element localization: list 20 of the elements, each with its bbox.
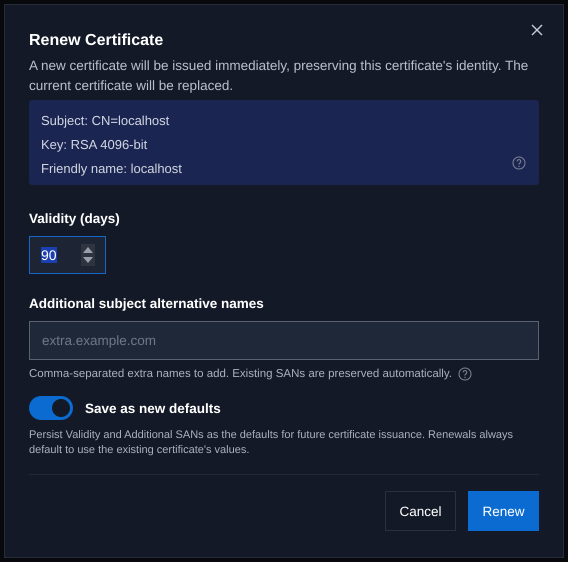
input-field[interactable]: extra.example.com [29, 321, 539, 360]
toggle-switch[interactable] [29, 396, 73, 420]
dialog-title: Renew Certificate [29, 32, 164, 50]
help-text: Persist Validity and Additional SANs as the defaults for future certificate issuance. Renewals always default to use the existing certificate's values. [29, 428, 514, 458]
close-icon[interactable] [529, 22, 545, 38]
field-label: Additional subject alternative names [29, 296, 265, 311]
dialog-description: A new certificate will be issued immediately, preserving this certificate's identity. The current certificate will be replaced. [29, 57, 530, 95]
spinner-icon[interactable] [81, 244, 95, 266]
info-line: Friendly name: localhost [41, 160, 182, 178]
help-icon[interactable] [512, 156, 526, 170]
renew-button[interactable]: Renew [468, 491, 539, 531]
toggle-label: Save as new defaults [85, 400, 221, 416]
help-text: Comma-separated extra names to add. Existing SANs are preserved automatically. [29, 367, 452, 382]
field-value: 90 [41, 247, 57, 263]
cancel-button[interactable]: Cancel [385, 491, 456, 531]
help-icon[interactable] [458, 367, 472, 381]
info-line: Subject: CN=localhost [41, 112, 170, 130]
number-field[interactable]: 90 [29, 236, 106, 274]
info-line: Key: RSA 4096-bit [41, 136, 148, 154]
field-label: Validity (days) [29, 211, 121, 226]
